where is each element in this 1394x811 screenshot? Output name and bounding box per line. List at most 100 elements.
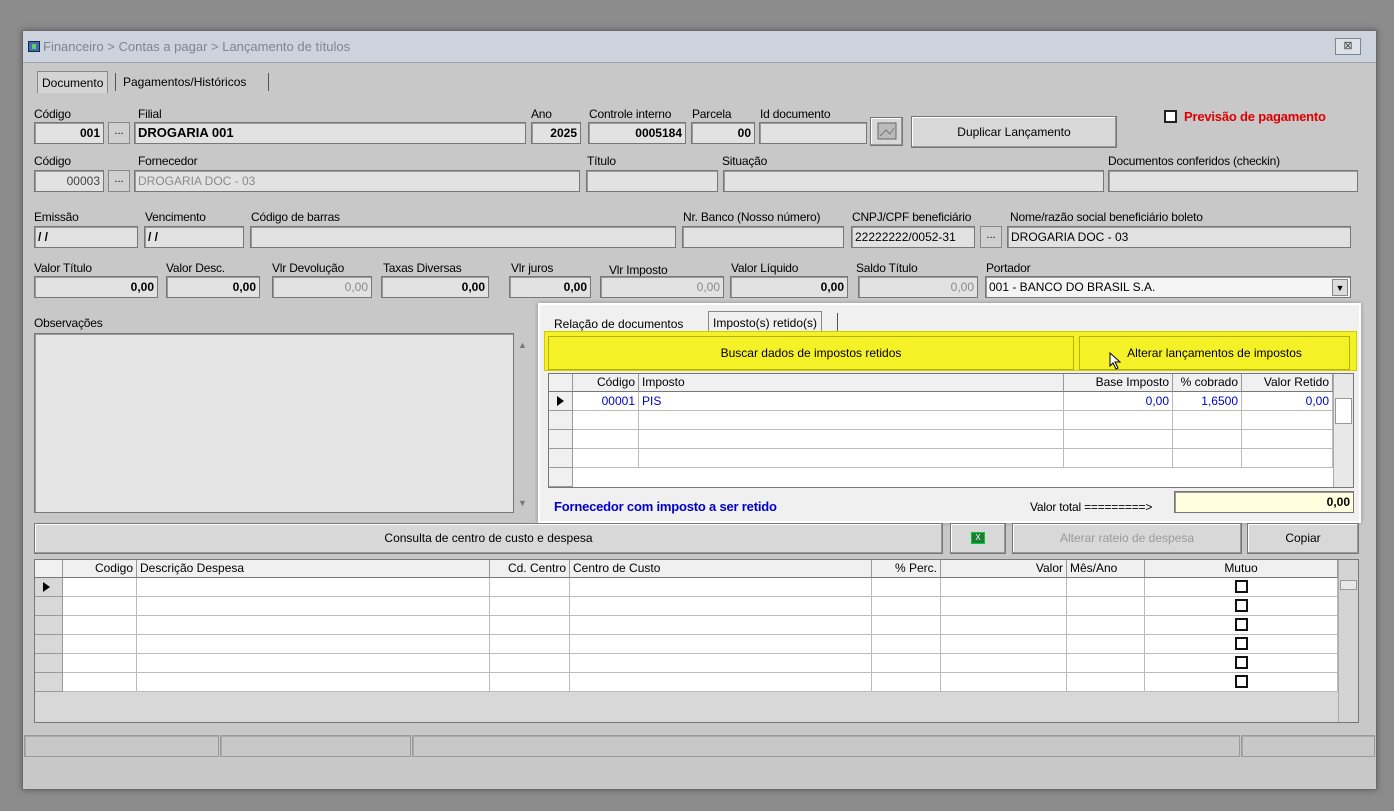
nome-benef-field[interactable]: DROGARIA DOC - 03 (1007, 226, 1351, 248)
vlr-imposto-field[interactable]: 0,00 (600, 276, 724, 298)
mutuo-cell[interactable] (1145, 673, 1338, 692)
table-row[interactable] (1067, 673, 1145, 692)
mutuo-checkbox[interactable] (1234, 618, 1248, 631)
mutuo-cell[interactable] (1145, 654, 1338, 673)
tab-documento[interactable]: Documento (37, 71, 109, 93)
col-codigo[interactable]: Código (573, 374, 639, 392)
valor-titulo-field[interactable]: 0,00 (34, 276, 158, 298)
fornecedor-field[interactable]: DROGARIA DOC - 03 (134, 170, 580, 192)
cell-cobrado[interactable]: 1,6500 (1173, 392, 1242, 411)
nr-banco-field[interactable] (682, 226, 844, 248)
table-row[interactable] (573, 411, 639, 430)
mutuo-cell[interactable] (1145, 616, 1338, 635)
table-row[interactable] (872, 597, 941, 616)
situacao-field[interactable] (723, 170, 1104, 192)
chevron-down-icon[interactable]: ▼ (1332, 279, 1348, 296)
col-descricao-despesa[interactable]: Descrição Despesa (137, 560, 490, 578)
ano-field[interactable]: 2025 (531, 122, 581, 144)
table-row[interactable] (490, 673, 570, 692)
table-row[interactable] (63, 673, 137, 692)
table-row[interactable] (570, 654, 872, 673)
table-row[interactable] (1067, 597, 1145, 616)
emissao-field[interactable]: / / (34, 226, 138, 248)
copiar-button[interactable]: Copiar (1247, 523, 1359, 554)
alterar-rateio-button[interactable]: Alterar rateio de despesa (1012, 523, 1242, 554)
table-row[interactable] (137, 635, 490, 654)
col-centro-custo[interactable]: Centro de Custo (570, 560, 872, 578)
table-row[interactable] (872, 673, 941, 692)
cnpj-field[interactable]: 22222222/0052-31 (851, 226, 975, 248)
mutuo-cell[interactable] (1145, 578, 1338, 597)
table-row[interactable] (872, 635, 941, 654)
table-row[interactable] (1067, 654, 1145, 673)
table-row[interactable] (137, 673, 490, 692)
col-cd-centro[interactable]: Cd. Centro (490, 560, 570, 578)
table-row[interactable] (137, 654, 490, 673)
vlr-devolucao-field[interactable]: 0,00 (272, 276, 372, 298)
col-imposto[interactable]: Imposto (639, 374, 1064, 392)
observacoes-textarea[interactable] (34, 333, 514, 513)
col-cobrado[interactable]: % cobrado (1173, 374, 1242, 392)
mutuo-checkbox[interactable] (1234, 675, 1248, 688)
filial-field[interactable]: DROGARIA 001 (134, 122, 526, 144)
table-row[interactable] (872, 654, 941, 673)
table-row[interactable] (941, 597, 1067, 616)
titulo-field[interactable] (586, 170, 718, 192)
close-button[interactable]: ⊠ (1335, 38, 1361, 55)
doc-conferidos-field[interactable] (1108, 170, 1358, 192)
col-mutuo[interactable]: Mutuo (1145, 560, 1338, 578)
table-row[interactable] (941, 578, 1067, 597)
table-row[interactable] (570, 635, 872, 654)
mutuo-checkbox[interactable] (1234, 580, 1248, 593)
image-button[interactable] (870, 117, 903, 146)
table-row[interactable] (137, 616, 490, 635)
consulta-centro-custo-button[interactable]: Consulta de centro de custo e despesa (34, 523, 943, 554)
mutuo-cell[interactable] (1145, 635, 1338, 654)
table-row[interactable] (941, 616, 1067, 635)
table-row[interactable] (137, 578, 490, 597)
controle-field[interactable]: 0005184 (588, 122, 686, 144)
table-row[interactable] (137, 597, 490, 616)
table-row[interactable] (490, 635, 570, 654)
mutuo-cell[interactable] (1145, 597, 1338, 616)
valor-total-field[interactable]: 0,00 (1174, 491, 1354, 513)
table-row[interactable] (941, 673, 1067, 692)
codigo-barras-field[interactable] (250, 226, 676, 248)
despesas-scrollbar[interactable] (1338, 560, 1358, 722)
id-documento-field[interactable] (759, 122, 867, 144)
table-row[interactable] (1067, 616, 1145, 635)
table-row[interactable] (570, 616, 872, 635)
table-row[interactable] (872, 616, 941, 635)
table-row[interactable] (490, 597, 570, 616)
scroll-thumb[interactable] (1340, 580, 1357, 590)
grid-scrollbar[interactable] (1333, 374, 1353, 487)
fornecedor-lookup-button[interactable]: ... (108, 170, 130, 192)
parcela-field[interactable]: 00 (691, 122, 755, 144)
col-perc[interactable]: % Perc. (872, 560, 941, 578)
col-valor[interactable]: Valor (941, 560, 1067, 578)
table-row[interactable] (1067, 578, 1145, 597)
buscar-impostos-button[interactable]: Buscar dados de impostos retidos (548, 336, 1074, 370)
cell-imposto[interactable]: PIS (639, 392, 1064, 411)
vlr-juros-field[interactable]: 0,00 (509, 276, 591, 298)
col-codigo-despesa[interactable]: Codigo (63, 560, 137, 578)
table-row[interactable] (63, 616, 137, 635)
previsao-checkbox[interactable] (1164, 110, 1177, 123)
valor-liquido-field[interactable]: 0,00 (730, 276, 848, 298)
saldo-titulo-field[interactable]: 0,00 (858, 276, 978, 298)
table-row[interactable] (63, 597, 137, 616)
cell-retido[interactable]: 0,00 (1242, 392, 1333, 411)
codigo-field[interactable]: 001 (34, 122, 104, 144)
mutuo-checkbox[interactable] (1234, 637, 1248, 650)
cell-codigo[interactable]: 00001 (573, 392, 639, 411)
duplicar-lancamento-button[interactable]: Duplicar Lançamento (911, 116, 1117, 148)
table-row[interactable] (573, 449, 639, 468)
col-base-imposto[interactable]: Base Imposto (1064, 374, 1173, 392)
table-row[interactable] (490, 654, 570, 673)
table-row[interactable] (570, 578, 872, 597)
col-valor-retido[interactable]: Valor Retido (1242, 374, 1333, 392)
vencimento-field[interactable]: / / (144, 226, 244, 248)
portador-select[interactable]: 001 - BANCO DO BRASIL S.A. ▼ (985, 276, 1351, 298)
table-row[interactable] (63, 654, 137, 673)
taxas-field[interactable]: 0,00 (381, 276, 489, 298)
